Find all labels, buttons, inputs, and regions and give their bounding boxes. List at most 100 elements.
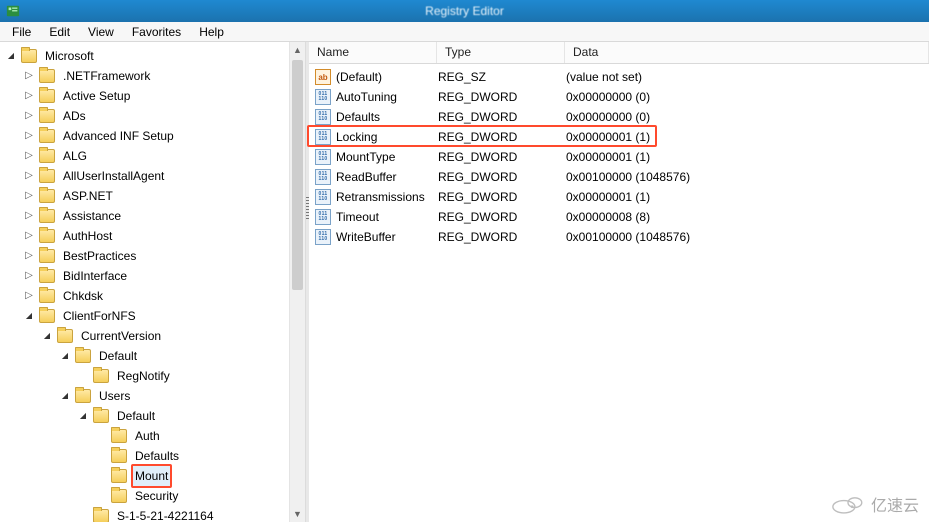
tree-expander-icon[interactable]: ▷: [22, 169, 36, 183]
value-row[interactable]: MountTypeREG_DWORD0x00000001 (1): [309, 147, 929, 167]
folder-icon: [39, 149, 55, 163]
value-name: Retransmissions: [336, 190, 438, 204]
scroll-up-icon[interactable]: ▲: [290, 42, 305, 58]
value-row[interactable]: AutoTuningREG_DWORD0x00000000 (0): [309, 87, 929, 107]
col-type[interactable]: Type: [437, 42, 565, 63]
menu-favorites[interactable]: Favorites: [124, 23, 189, 41]
folder-icon: [39, 109, 55, 123]
menu-bar: File Edit View Favorites Help: [0, 22, 929, 42]
folder-icon: [39, 69, 55, 83]
value-name: Locking: [336, 130, 438, 144]
folder-icon: [39, 89, 55, 103]
value-data: 0x00100000 (1048576): [566, 230, 929, 244]
col-name[interactable]: Name: [309, 42, 437, 63]
tree-expander-icon[interactable]: ▷: [22, 89, 36, 103]
value-type: REG_DWORD: [438, 230, 566, 244]
scroll-thumb[interactable]: [292, 60, 303, 290]
dword-value-icon: [315, 209, 331, 225]
dword-value-icon: [315, 149, 331, 165]
value-name: Defaults: [336, 110, 438, 124]
dword-value-icon: [315, 189, 331, 205]
folder-icon: [93, 509, 109, 522]
string-value-icon: [315, 69, 331, 85]
tree-expander-icon[interactable]: ◢: [76, 409, 90, 423]
tree-scrollbar[interactable]: ▲ ▼: [289, 42, 305, 522]
tree-expander-icon[interactable]: ▷: [22, 289, 36, 303]
dword-value-icon: [315, 89, 331, 105]
col-data[interactable]: Data: [565, 42, 929, 63]
tree-expander-icon[interactable]: ▷: [22, 149, 36, 163]
value-type: REG_DWORD: [438, 130, 566, 144]
tree-expander-icon[interactable]: ◢: [4, 49, 18, 63]
dword-value-icon: [315, 109, 331, 125]
value-row[interactable]: ReadBufferREG_DWORD0x00100000 (1048576): [309, 167, 929, 187]
tree-expander-icon[interactable]: ◢: [58, 389, 72, 403]
dword-value-icon: [315, 169, 331, 185]
folder-icon: [21, 49, 37, 63]
folder-icon: [39, 189, 55, 203]
value-name: ReadBuffer: [336, 170, 438, 184]
value-row[interactable]: DefaultsREG_DWORD0x00000000 (0): [309, 107, 929, 127]
folder-icon: [111, 449, 127, 463]
folder-icon: [93, 409, 109, 423]
value-row[interactable]: (Default)REG_SZ(value not set): [309, 67, 929, 87]
dword-value-icon: [315, 129, 331, 145]
tree-expander-icon[interactable]: ▷: [22, 189, 36, 203]
folder-icon: [111, 489, 127, 503]
tree-expander-icon[interactable]: ◢: [58, 349, 72, 363]
folder-icon: [93, 369, 109, 383]
scroll-down-icon[interactable]: ▼: [290, 506, 305, 522]
folder-icon: [39, 289, 55, 303]
value-type: REG_DWORD: [438, 170, 566, 184]
menu-help[interactable]: Help: [191, 23, 232, 41]
value-row[interactable]: RetransmissionsREG_DWORD0x00000001 (1): [309, 187, 929, 207]
value-name: Timeout: [336, 210, 438, 224]
value-type: REG_DWORD: [438, 110, 566, 124]
title-bar: Registry Editor: [0, 0, 929, 22]
folder-icon: [111, 429, 127, 443]
tree-expander-icon[interactable]: ▷: [22, 249, 36, 263]
tree-expander-icon[interactable]: ▷: [22, 69, 36, 83]
folder-icon: [39, 309, 55, 323]
folder-icon: [75, 349, 91, 363]
value-name: (Default): [336, 70, 438, 84]
values-pane: Name Type Data (Default)REG_SZ(value not…: [309, 42, 929, 522]
value-data: 0x00000001 (1): [566, 150, 929, 164]
value-type: REG_SZ: [438, 70, 566, 84]
value-type: REG_DWORD: [438, 190, 566, 204]
menu-file[interactable]: File: [4, 23, 39, 41]
value-data: 0x00100000 (1048576): [566, 170, 929, 184]
value-data: (value not set): [566, 70, 929, 84]
menu-edit[interactable]: Edit: [41, 23, 78, 41]
dword-value-icon: [315, 229, 331, 245]
folder-icon: [39, 249, 55, 263]
value-data: 0x00000000 (0): [566, 90, 929, 104]
app-icon: [4, 2, 22, 20]
tree-expander-icon[interactable]: ▷: [22, 229, 36, 243]
tree-expander-icon[interactable]: ◢: [40, 329, 54, 343]
tree-item-sid[interactable]: S-1-5-21-4221164: [113, 504, 218, 522]
tree-expander-icon[interactable]: ◢: [22, 309, 36, 323]
value-data: 0x00000001 (1): [566, 130, 929, 144]
folder-icon: [39, 229, 55, 243]
value-data: 0x00000008 (8): [566, 210, 929, 224]
value-row[interactable]: WriteBufferREG_DWORD0x00100000 (1048576): [309, 227, 929, 247]
value-type: REG_DWORD: [438, 210, 566, 224]
tree-expander-icon[interactable]: ▷: [22, 269, 36, 283]
folder-icon: [111, 469, 127, 483]
value-data: 0x00000000 (0): [566, 110, 929, 124]
value-name: MountType: [336, 150, 438, 164]
folder-icon: [57, 329, 73, 343]
tree-expander-icon[interactable]: ▷: [22, 109, 36, 123]
tree-expander-icon[interactable]: ▷: [22, 129, 36, 143]
menu-view[interactable]: View: [80, 23, 122, 41]
value-type: REG_DWORD: [438, 150, 566, 164]
value-row[interactable]: LockingREG_DWORD0x00000001 (1): [309, 127, 929, 147]
tree-expander-icon[interactable]: ▷: [22, 209, 36, 223]
value-row[interactable]: TimeoutREG_DWORD0x00000008 (8): [309, 207, 929, 227]
folder-icon: [39, 129, 55, 143]
folder-icon: [39, 169, 55, 183]
tree-pane: ◢Microsoft▷.NETFramework▷Active Setup▷AD…: [0, 42, 306, 522]
values-header: Name Type Data: [309, 42, 929, 64]
folder-icon: [39, 209, 55, 223]
